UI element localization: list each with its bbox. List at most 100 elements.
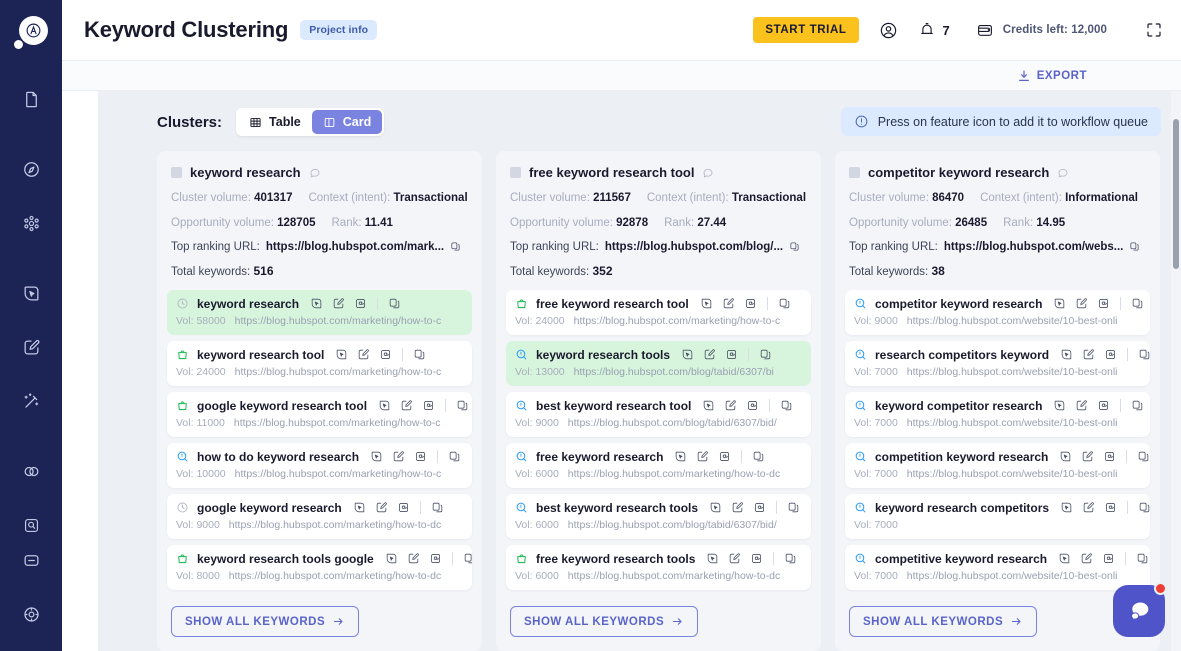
keyword-url[interactable]: https://blog.hubspot.com/marketing/how-t… (234, 417, 441, 429)
edit-square-icon[interactable] (731, 501, 744, 514)
keyword-url[interactable]: https://blog.hubspot.com/marketing/how-t… (229, 570, 441, 582)
credits-group[interactable]: Credits left: 12,000 (976, 21, 1107, 39)
copy-icon[interactable] (456, 399, 469, 412)
keyword-row[interactable]: free keyword researchVol: 6000https://bl… (506, 443, 811, 488)
show-all-keywords-button[interactable]: SHOW ALL KEYWORDS (171, 606, 359, 637)
copy-icon[interactable] (787, 501, 800, 514)
keyword-url[interactable]: https://blog.hubspot.com/website/10-best… (907, 570, 1118, 582)
cursor-pin-icon[interactable] (353, 501, 366, 514)
keyword-url[interactable]: https://blog.hubspot.com/website/10-best… (907, 417, 1118, 429)
keyword-url[interactable]: https://blog.hubspot.com/marketing/how-t… (568, 570, 780, 582)
edit-square-icon[interactable] (1075, 399, 1088, 412)
copy-icon[interactable] (752, 450, 765, 463)
show-all-keywords-button[interactable]: SHOW ALL KEYWORDS (510, 606, 698, 637)
at-badge-icon[interactable] (422, 399, 435, 412)
copy-icon[interactable] (1138, 348, 1150, 361)
cursor-pin-icon[interactable] (702, 399, 715, 412)
copy-icon[interactable] (759, 348, 772, 361)
keyword-row[interactable]: research competitors keywordVol: 7000htt… (845, 341, 1150, 386)
at-badge-icon[interactable] (1104, 501, 1117, 514)
edit-square-icon[interactable] (1081, 450, 1094, 463)
keyword-row[interactable]: keyword research toolsVol: 13000https://… (506, 341, 811, 386)
keyword-row[interactable]: keyword research tools googleVol: 8000ht… (167, 545, 472, 590)
keyword-url[interactable]: https://blog.hubspot.com/marketing/how-t… (235, 366, 442, 378)
edit-square-icon[interactable] (1080, 552, 1093, 565)
keyword-url[interactable]: https://blog.hubspot.com/blog/tabid/6307… (568, 417, 777, 429)
cursor-pin-icon[interactable] (1060, 501, 1073, 514)
edit-square-icon[interactable] (332, 297, 345, 310)
at-badge-icon[interactable] (744, 297, 757, 310)
keyword-url[interactable]: https://blog.hubspot.com/website/10-best… (907, 468, 1118, 480)
cursor-pin-icon[interactable] (378, 399, 391, 412)
keyword-row[interactable]: keyword competitor researchVol: 7000http… (845, 392, 1150, 437)
at-badge-icon[interactable] (1103, 450, 1116, 463)
keyword-url[interactable]: https://blog.hubspot.com/marketing/how-t… (568, 468, 780, 480)
at-badge-icon[interactable] (750, 552, 763, 565)
edit-square-icon[interactable] (722, 297, 735, 310)
cursor-pin-icon[interactable] (1059, 450, 1072, 463)
keyword-url[interactable]: https://blog.hubspot.com/marketing/how-t… (574, 315, 781, 327)
at-badge-icon[interactable] (354, 297, 367, 310)
keyword-url[interactable]: https://blog.hubspot.com/website/10-best… (907, 366, 1118, 378)
bell-icon[interactable]: 7 (918, 21, 950, 39)
keyword-row[interactable]: competition keyword researchVol: 7000htt… (845, 443, 1150, 488)
fullscreen-icon[interactable] (1145, 21, 1163, 39)
edit-square-icon[interactable] (1075, 297, 1088, 310)
keyword-row[interactable]: best keyword research toolVol: 9000https… (506, 392, 811, 437)
copy-icon[interactable] (789, 241, 800, 252)
at-badge-icon[interactable] (753, 501, 766, 514)
keyword-row[interactable]: keyword research toolVol: 24000https://b… (167, 341, 472, 386)
edit-square-icon[interactable] (1082, 348, 1095, 361)
keyword-url[interactable]: https://blog.hubspot.com/blog/tabid/6307… (574, 366, 774, 378)
copy-icon[interactable] (1131, 399, 1144, 412)
sidebar-item-tracking[interactable] (11, 276, 51, 310)
edit-square-icon[interactable] (703, 348, 716, 361)
keyword-row[interactable]: how to do keyword researchVol: 10000http… (167, 443, 472, 488)
edit-square-icon[interactable] (400, 399, 413, 412)
sidebar-item-clusters[interactable] (11, 206, 51, 240)
keyword-row[interactable]: competitive keyword researchVol: 7000htt… (845, 545, 1150, 590)
at-badge-icon[interactable] (1104, 348, 1117, 361)
cursor-pin-icon[interactable] (709, 501, 722, 514)
keyword-row[interactable]: free keyword research toolVol: 24000http… (506, 290, 811, 335)
edit-square-icon[interactable] (724, 399, 737, 412)
keyword-row[interactable]: free keyword research toolsVol: 6000http… (506, 545, 811, 590)
sidebar-item-explore[interactable] (11, 152, 51, 186)
at-badge-icon[interactable] (725, 348, 738, 361)
show-all-keywords-button[interactable]: SHOW ALL KEYWORDS (849, 606, 1037, 637)
top-ranking-url-value[interactable]: https://blog.hubspot.com/mark... (266, 241, 444, 253)
cursor-pin-icon[interactable] (335, 348, 348, 361)
keyword-row[interactable]: keyword researchVol: 58000https://blog.h… (167, 290, 472, 335)
scrollbar-thumb[interactable] (1173, 119, 1179, 269)
top-ranking-url-value[interactable]: https://blog.hubspot.com/webs... (944, 241, 1124, 253)
app-logo[interactable] (14, 16, 48, 50)
at-badge-icon[interactable] (397, 501, 410, 514)
cursor-pin-icon[interactable] (681, 348, 694, 361)
copy-icon[interactable] (1138, 501, 1150, 514)
copy-icon[interactable] (778, 297, 791, 310)
cluster-checkbox[interactable] (510, 167, 521, 178)
top-ranking-url-value[interactable]: https://blog.hubspot.com/blog/... (605, 241, 783, 253)
copy-icon[interactable] (1131, 297, 1144, 310)
edit-square-icon[interactable] (392, 450, 405, 463)
at-badge-icon[interactable] (379, 348, 392, 361)
keyword-row[interactable]: google keyword researchVol: 9000https://… (167, 494, 472, 539)
copy-icon[interactable] (413, 348, 426, 361)
keyword-url[interactable]: https://blog.hubspot.com/marketing/how-t… (235, 468, 442, 480)
keyword-row[interactable]: competitor keyword researchVol: 9000http… (845, 290, 1150, 335)
cursor-pin-icon[interactable] (1053, 399, 1066, 412)
copy-icon[interactable] (784, 552, 797, 565)
keyword-row[interactable]: best keyword research toolsVol: 6000http… (506, 494, 811, 539)
copy-icon[interactable] (780, 399, 793, 412)
at-badge-icon[interactable] (718, 450, 731, 463)
edit-square-icon[interactable] (696, 450, 709, 463)
comment-bubble-icon[interactable] (702, 167, 714, 179)
cursor-pin-icon[interactable] (674, 450, 687, 463)
cursor-pin-icon[interactable] (1058, 552, 1071, 565)
keyword-url[interactable]: https://blog.hubspot.com/marketing/how-t… (229, 519, 441, 531)
comment-bubble-icon[interactable] (1057, 167, 1069, 179)
copy-icon[interactable] (463, 552, 472, 565)
sidebar-item-editor[interactable] (11, 330, 51, 364)
start-trial-button[interactable]: START TRIAL (753, 17, 858, 43)
edit-square-icon[interactable] (375, 501, 388, 514)
